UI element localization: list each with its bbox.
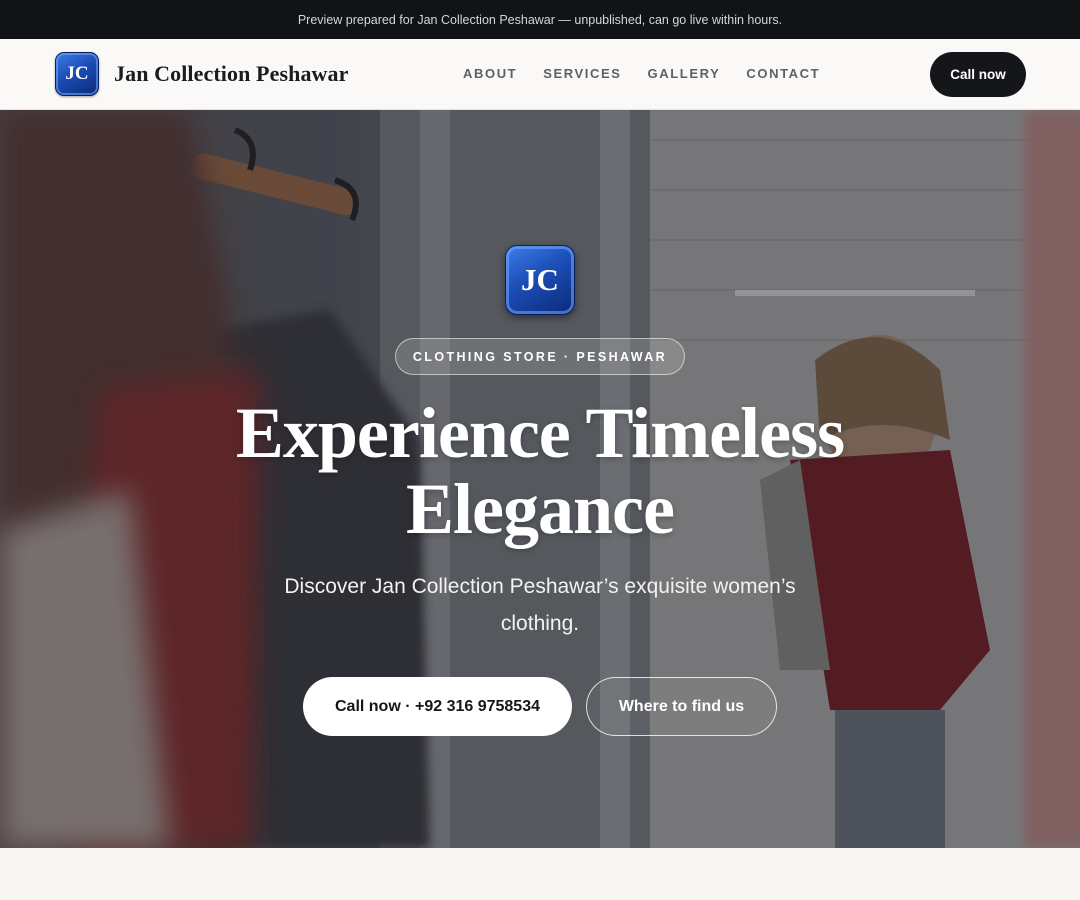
nav-link-services[interactable]: SERVICES (543, 66, 621, 81)
call-now-button[interactable]: Call now · +92 316 9758534 (303, 677, 572, 736)
site-header: JC Jan Collection Peshawar ABOUT SERVICE… (0, 39, 1080, 110)
where-to-find-us-button[interactable]: Where to find us (586, 677, 777, 736)
nav-link-about[interactable]: ABOUT (463, 66, 517, 81)
brand-name: Jan Collection Peshawar (114, 61, 349, 86)
hero-headline-line1: Experience Timeless (235, 393, 845, 473)
hero-headline-line2: Elegance (406, 469, 675, 549)
brand-link[interactable]: JC Jan Collection Peshawar (55, 52, 349, 96)
nav-link-gallery[interactable]: GALLERY (648, 66, 721, 81)
category-tag: CLOTHING STORE · PESHAWAR (395, 338, 685, 375)
brand-logo-icon: JC (55, 52, 99, 96)
brand-logo-initials: JC (65, 63, 89, 84)
main-nav: ABOUT SERVICES GALLERY CONTACT (463, 66, 846, 81)
preview-banner-text: Preview prepared for Jan Collection Pesh… (297, 12, 783, 27)
hero-logo-initials: JC (521, 262, 559, 297)
nav-link-contact[interactable]: CONTACT (746, 66, 820, 81)
preview-banner: Preview prepared for Jan Collection Pesh… (0, 0, 1080, 39)
hero-logo-icon: JC (505, 245, 575, 315)
next-section (0, 848, 1080, 900)
header-call-button[interactable]: Call now (930, 52, 1026, 97)
hero-subtitle: Discover Jan Collection Peshawar’s exqui… (284, 575, 796, 635)
hero-headline: Experience Timeless Elegance (140, 395, 940, 547)
hero-section: JC CLOTHING STORE · PESHAWAR Experience … (0, 110, 1080, 848)
